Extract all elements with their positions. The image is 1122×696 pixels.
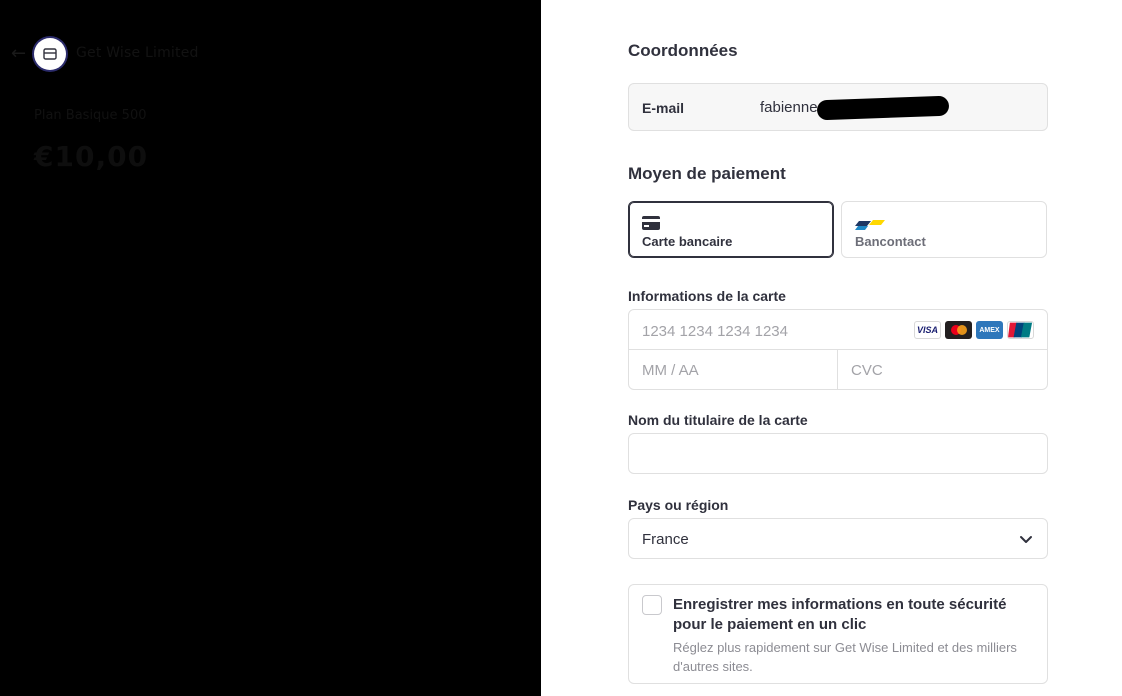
card-expiry-input[interactable]: MM / AA	[629, 350, 838, 390]
cardholder-name-input[interactable]	[628, 433, 1048, 474]
email-label: E-mail	[642, 100, 685, 116]
product-price: €10,00	[34, 140, 149, 173]
chevron-down-icon	[1020, 536, 1032, 543]
merchant-name[interactable]: Get Wise Limited	[76, 45, 199, 61]
country-label: Pays ou région	[628, 497, 729, 513]
card-input-group: 1234 1234 1234 1234 VISA AMEX MM / AA CV…	[628, 309, 1048, 390]
card-info-label: Informations de la carte	[628, 288, 786, 304]
country-select[interactable]: France	[628, 518, 1048, 559]
amex-icon: AMEX	[976, 321, 1003, 339]
tab-label: Carte bancaire	[642, 234, 733, 249]
card-number-input[interactable]: 1234 1234 1234 1234 VISA AMEX	[629, 310, 1047, 350]
email-value: fabienne	[760, 99, 818, 116]
card-cvc-input[interactable]: CVC	[838, 350, 1047, 390]
cvc-placeholder: CVC	[851, 362, 883, 379]
redaction-mark	[816, 95, 950, 121]
payment-method-title: Moyen de paiement	[628, 164, 786, 183]
save-info-title[interactable]: Enregistrer mes informations en toute sé…	[673, 595, 1023, 635]
bancontact-icon	[855, 215, 885, 234]
visa-icon: VISA	[914, 321, 941, 339]
tab-bancontact[interactable]: Bancontact	[841, 201, 1047, 258]
unionpay-icon	[1007, 321, 1034, 339]
credit-card-icon	[642, 215, 660, 234]
merchant-logo	[34, 38, 66, 70]
save-info-description: Réglez plus rapidement sur Get Wise Limi…	[673, 640, 1017, 674]
card-brand-icons: VISA AMEX	[914, 321, 1034, 339]
tab-carte-bancaire[interactable]: Carte bancaire	[628, 201, 834, 258]
merchant-panel: ← Get Wise Limited Plan Basique 500 €10,…	[0, 0, 541, 696]
store-icon	[43, 48, 57, 60]
back-arrow-icon[interactable]: ←	[11, 44, 29, 64]
tab-label: Bancontact	[855, 234, 926, 249]
email-field[interactable]: E-mail fabienne	[628, 83, 1048, 131]
expiry-placeholder: MM / AA	[642, 362, 699, 379]
contact-title: Coordonnées	[628, 41, 738, 60]
save-info-checkbox[interactable]	[642, 595, 662, 615]
cardholder-label: Nom du titulaire de la carte	[628, 412, 808, 428]
country-value: France	[642, 531, 689, 548]
mastercard-icon	[945, 321, 972, 339]
product-name: Plan Basique 500	[34, 108, 147, 123]
card-number-placeholder: 1234 1234 1234 1234	[642, 323, 788, 340]
save-info-box: Enregistrer mes informations en toute sé…	[628, 584, 1048, 684]
